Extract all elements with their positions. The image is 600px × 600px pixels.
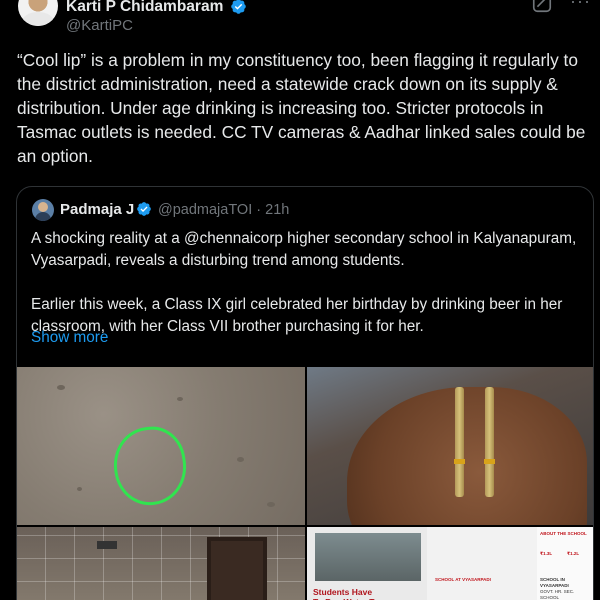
quote-paragraph-2: Earlier this week, a Class IX girl celeb…	[31, 296, 563, 335]
verified-badge-icon	[231, 0, 246, 14]
grok-icon[interactable]	[531, 0, 553, 14]
quote-author-name[interactable]: Padmaja J	[60, 201, 134, 218]
show-more-link[interactable]: Show more	[31, 329, 108, 347]
photo-news-clipping[interactable]: Students Have To Buy Water To SCHOOL AT …	[307, 527, 593, 600]
tweet-text: “Cool lip” is a problem in my constituen…	[17, 50, 586, 166]
photo-floor-circled[interactable]	[17, 367, 305, 525]
quote-paragraph-1: A shocking reality at a @chennaicorp hig…	[31, 230, 577, 269]
news-right-title: SCHOOL IN VYASARPADI	[540, 577, 569, 588]
tweet: Karti P Chidambaram @KartiPC ··· “Cool l…	[0, 0, 600, 600]
photo-school-washroom[interactable]	[17, 527, 305, 600]
news-right-subtitle: GOVT. HR. SEC. SCHOOL	[540, 589, 575, 600]
quote-author-handle[interactable]: @padmajaTOI	[158, 202, 252, 218]
news-amount-2: ₹1.2L	[567, 551, 580, 556]
quote-timestamp[interactable]: 21h	[265, 202, 289, 218]
quote-meta: @padmajaTOI · 21h	[158, 202, 289, 218]
quoted-tweet[interactable]: Padmaja J @padmajaTOI · 21h A shocking r…	[16, 186, 594, 600]
author-name[interactable]: Karti P Chidambaram	[66, 0, 223, 16]
quote-author-avatar[interactable]	[32, 199, 54, 221]
news-side-heading: SCHOOL AT VYASARPADI	[435, 577, 491, 582]
verified-badge-icon	[137, 202, 151, 216]
news-amount-1: ₹1.3L	[540, 551, 553, 556]
meta-separator: ·	[256, 202, 262, 218]
more-icon[interactable]: ···	[570, 0, 592, 12]
news-headline: Students Have To Buy Water To	[313, 587, 379, 600]
highlight-circle	[108, 422, 192, 510]
author-avatar[interactable]	[18, 0, 58, 26]
news-right-heading: ABOUT THE SCHOOL	[540, 531, 587, 536]
quote-text: A shocking reality at a @chennaicorp hig…	[31, 228, 586, 338]
media-grid: Students Have To Buy Water To SCHOOL AT …	[17, 367, 593, 600]
author-handle[interactable]: @KartiPC	[66, 17, 133, 34]
photo-hand-cool-lip[interactable]	[307, 367, 593, 525]
